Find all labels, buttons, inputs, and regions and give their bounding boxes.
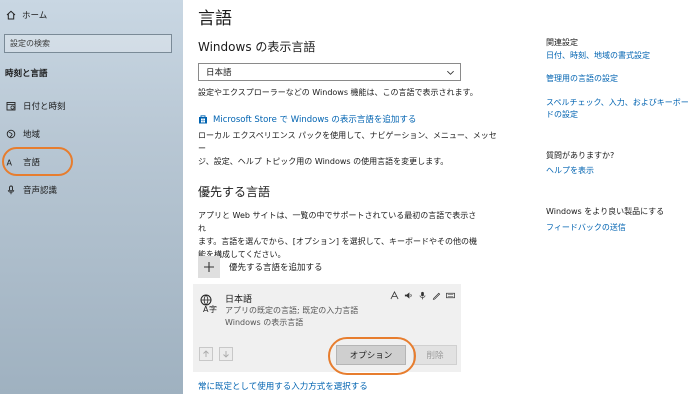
handwriting-feature-icon xyxy=(432,291,441,300)
language-sub-1: アプリの既定の言語; 既定の入力言語 xyxy=(225,306,359,315)
add-language-button[interactable]: 優先する言語を追加する xyxy=(198,256,323,278)
related-settings-heading: 関連設定 xyxy=(546,38,578,47)
arrow-up-icon xyxy=(203,350,209,357)
language-glyph-icon: A 字 xyxy=(199,293,219,313)
improve-windows-heading: Windows をより良い製品にする xyxy=(546,207,665,216)
home-icon xyxy=(6,10,16,20)
sidebar: ホーム 設定の検索 時刻と言語 日付と時刻 地域 A 言語 音声認識 xyxy=(0,0,183,394)
sidebar-item-speech[interactable]: 音声認識 xyxy=(6,184,57,196)
display-language-value: 日本語 xyxy=(206,68,232,78)
speech-feature-icon xyxy=(418,291,427,300)
sidebar-item-label: 音声認識 xyxy=(23,186,58,196)
sidebar-item-label: 地域 xyxy=(23,130,41,140)
sidebar-item-date-time[interactable]: 日付と時刻 xyxy=(6,100,66,112)
local-experience-description: ローカル エクスペリエンス パックを使用して、ナビゲーション、メニュー、メッセー… xyxy=(198,129,498,168)
svg-text:字: 字 xyxy=(209,304,217,313)
search-placeholder: 設定の検索 xyxy=(10,39,50,48)
pref-line-1: アプリと Web サイトは、一覧の中でサポートされている最初の言語で表示され xyxy=(198,211,477,233)
spelling-typing-keyboard-link[interactable]: スペルチェック、入力、およびキーボードの設定 xyxy=(546,97,694,121)
plus-icon xyxy=(198,256,220,278)
move-up-button[interactable] xyxy=(199,347,213,361)
feedback-link[interactable]: フィードバックの送信 xyxy=(546,222,694,234)
sidebar-item-label: 日付と時刻 xyxy=(23,102,66,112)
tts-feature-icon xyxy=(404,291,413,300)
pref-line-2: ます。言語を選んでから、[オプション] を選択して、キーボードやその他の機 xyxy=(198,237,477,246)
chevron-down-icon xyxy=(446,68,455,77)
language-card-japanese[interactable]: A 字 日本語 アプリの既定の言語; 既定の入力言語 Windows の表示言語 xyxy=(193,284,461,372)
default-input-method-link[interactable]: 常に既定として使用する入力方式を選択する xyxy=(198,380,368,392)
admin-language-settings-link[interactable]: 管理用の言語の設定 xyxy=(546,73,694,85)
home-nav[interactable]: ホーム xyxy=(6,9,47,21)
highlight-ring xyxy=(2,147,73,176)
preferred-languages-heading: 優先する言語 xyxy=(198,185,271,199)
store-icon xyxy=(198,114,208,124)
question-heading: 質問がありますか? xyxy=(546,151,615,160)
display-language-select[interactable]: 日本語 xyxy=(198,63,461,81)
add-language-label: 優先する言語を追加する xyxy=(229,263,323,273)
globe-icon xyxy=(6,129,16,139)
language-sub-2: Windows の表示言語 xyxy=(225,318,304,327)
keyboard-feature-icon xyxy=(446,291,455,300)
lx-line-1: ローカル エクスペリエンス パックを使用して、ナビゲーション、メニュー、メッセー xyxy=(198,131,497,153)
help-link[interactable]: ヘルプを表示 xyxy=(546,165,694,177)
store-link[interactable]: Microsoft Store で Windows の表示言語を追加する xyxy=(198,113,416,125)
display-language-feature-icon xyxy=(390,291,399,300)
preferred-languages-description: アプリと Web サイトは、一覧の中でサポートされている最初の言語で表示され ま… xyxy=(198,209,483,261)
page-title: 言語 xyxy=(198,9,232,29)
language-features xyxy=(390,291,455,300)
clock-calendar-icon xyxy=(6,101,16,111)
main-content: 言語 Windows の表示言語 日本語 設定やエクスプローラーなどの Wind… xyxy=(183,0,523,394)
sidebar-item-region[interactable]: 地域 xyxy=(6,128,40,140)
settings-search-input[interactable]: 設定の検索 xyxy=(4,34,172,53)
highlight-ring-options xyxy=(328,337,416,375)
date-time-format-link[interactable]: 日付、時刻、地域の書式設定 xyxy=(546,50,694,62)
arrow-down-icon xyxy=(223,351,229,358)
delete-button[interactable]: 削除 xyxy=(413,345,457,365)
language-name: 日本語 xyxy=(225,295,253,305)
store-link-label: Microsoft Store で Windows の表示言語を追加する xyxy=(213,115,417,125)
section-title: 時刻と言語 xyxy=(5,69,48,79)
microphone-icon xyxy=(6,185,16,195)
home-label: ホーム xyxy=(22,11,48,21)
move-down-button[interactable] xyxy=(219,347,233,361)
display-language-heading: Windows の表示言語 xyxy=(198,40,316,54)
related-settings-pane: 関連設定 日付、時刻、地域の書式設定 管理用の言語の設定 スペルチェック、入力、… xyxy=(546,0,696,394)
display-language-description: 設定やエクスプローラーなどの Windows 機能は、この言語で表示されます。 xyxy=(198,88,478,97)
lx-line-2: ジ、設定、ヘルプ トピック用の Windows の使用言語を変更します。 xyxy=(198,157,449,166)
